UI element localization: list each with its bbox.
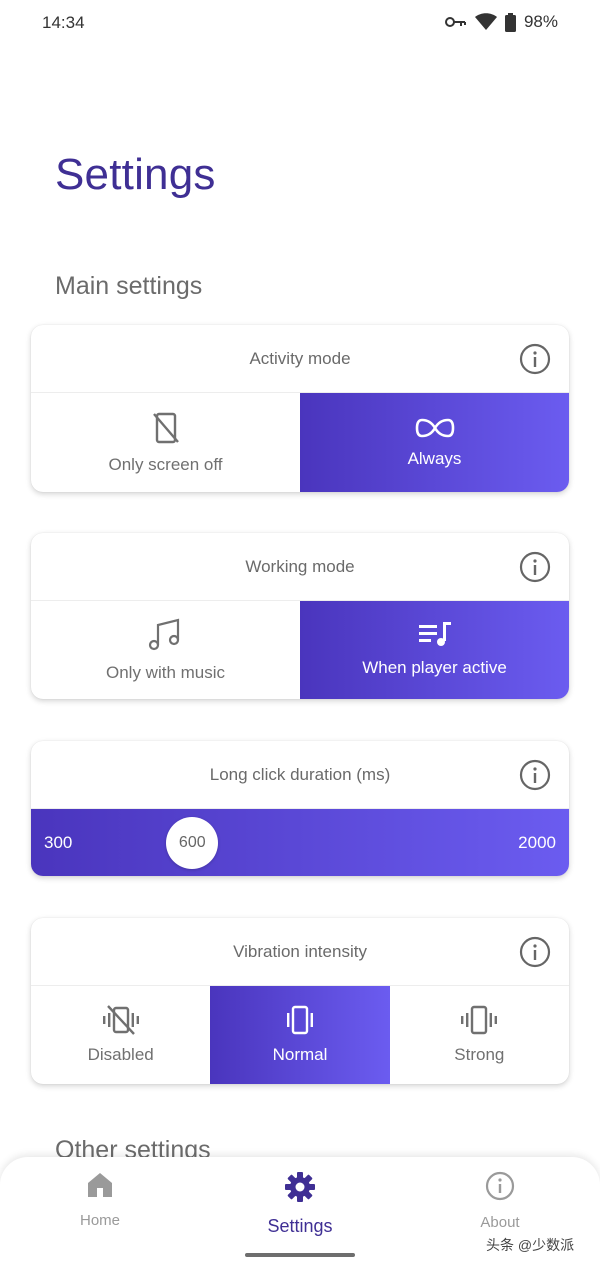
option-strong[interactable]: Strong bbox=[390, 986, 569, 1084]
nav-settings[interactable]: Settings bbox=[230, 1171, 370, 1237]
slider-min-label: 300 bbox=[44, 832, 73, 852]
option-normal[interactable]: Normal bbox=[210, 986, 390, 1084]
card-title: Vibration intensity bbox=[233, 941, 367, 961]
option-disabled[interactable]: Disabled bbox=[31, 986, 210, 1084]
status-bar: 14:34 98% bbox=[0, 0, 600, 48]
slider-max-label: 2000 bbox=[518, 832, 556, 852]
info-icon[interactable] bbox=[519, 759, 551, 791]
info-icon[interactable] bbox=[519, 551, 551, 583]
working-mode-options: Only with music When player active bbox=[31, 601, 569, 699]
working-mode-card: Working mode Only with music When player… bbox=[31, 533, 569, 699]
card-title: Activity mode bbox=[249, 348, 351, 368]
option-only-screen-off[interactable]: Only screen off bbox=[31, 393, 300, 492]
nav-home[interactable]: Home bbox=[30, 1171, 170, 1229]
activity-mode-options: Only screen off Always bbox=[31, 393, 569, 492]
card-title: Working mode bbox=[245, 556, 355, 576]
option-always[interactable]: Always bbox=[300, 393, 569, 492]
status-time: 14:34 bbox=[42, 13, 85, 32]
activity-mode-card: Activity mode Only screen off Always bbox=[31, 325, 569, 492]
option-label: Strong bbox=[454, 1045, 505, 1064]
vibration-off-icon bbox=[102, 1005, 140, 1035]
option-label: Disabled bbox=[87, 1045, 154, 1064]
option-only-with-music[interactable]: Only with music bbox=[31, 601, 300, 699]
vibration-options: Disabled Normal Strong bbox=[31, 986, 569, 1084]
vibration-icon bbox=[285, 1005, 315, 1035]
vibration-card: Vibration intensity Disabled Normal Stro… bbox=[31, 918, 569, 1084]
wifi-icon bbox=[474, 13, 497, 31]
section-title-main: Main settings bbox=[55, 272, 203, 300]
gesture-bar bbox=[245, 1253, 355, 1257]
card-header: Working mode bbox=[31, 533, 569, 601]
page-title: Settings bbox=[55, 150, 216, 199]
playlist-icon bbox=[418, 622, 451, 648]
nav-about[interactable]: About bbox=[430, 1171, 570, 1231]
vpn-key-icon bbox=[444, 15, 467, 29]
bottom-navigation: Home Settings About 头条 @少数派 bbox=[0, 1157, 600, 1267]
option-label: Only with music bbox=[105, 663, 226, 682]
gear-icon bbox=[284, 1171, 316, 1208]
card-header: Vibration intensity bbox=[31, 918, 569, 986]
battery-icon bbox=[504, 12, 516, 32]
info-icon[interactable] bbox=[519, 343, 551, 375]
info-icon[interactable] bbox=[519, 936, 551, 968]
nav-label: Home bbox=[79, 1212, 120, 1229]
option-label: When player active bbox=[362, 658, 507, 677]
option-label: Always bbox=[407, 448, 462, 468]
slider-thumb[interactable]: 600 bbox=[166, 816, 219, 869]
option-label: Only screen off bbox=[108, 454, 223, 474]
option-when-player-active[interactable]: When player active bbox=[300, 601, 569, 699]
option-label: Normal bbox=[272, 1045, 328, 1064]
card-header: Long click duration (ms) bbox=[31, 741, 569, 809]
home-icon bbox=[86, 1171, 114, 1204]
infinity-icon bbox=[415, 417, 455, 439]
vibration-strong-icon bbox=[460, 1005, 498, 1035]
long-click-card: Long click duration (ms) 300 600 2000 bbox=[31, 741, 569, 876]
screen-off-icon bbox=[151, 411, 181, 445]
music-note-icon bbox=[148, 617, 184, 653]
card-header: Activity mode bbox=[31, 325, 569, 393]
watermark: 头条 @少数派 bbox=[486, 1237, 575, 1253]
info-icon bbox=[485, 1171, 515, 1206]
status-icons: 98% bbox=[444, 12, 558, 32]
nav-label: About bbox=[480, 1214, 520, 1231]
battery-percent: 98% bbox=[523, 12, 558, 31]
long-click-slider[interactable]: 300 600 2000 bbox=[31, 809, 569, 876]
nav-label: Settings bbox=[267, 1216, 333, 1236]
card-title: Long click duration (ms) bbox=[209, 764, 391, 784]
